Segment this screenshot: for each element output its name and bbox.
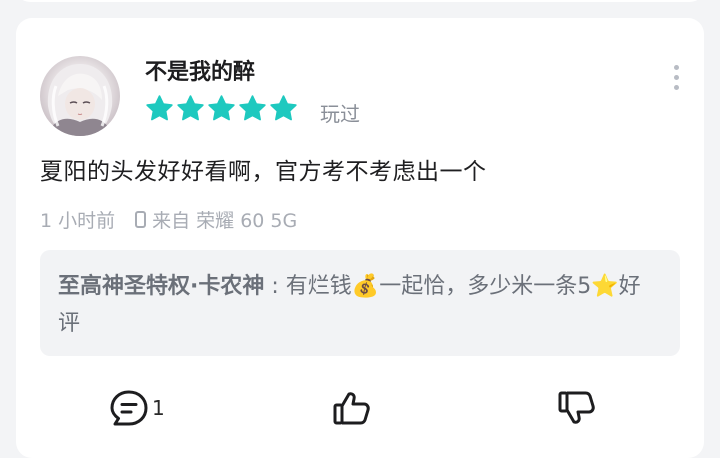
reply-box[interactable]: 至高神圣特权·卡农神 : 有烂钱💰一起恰，多少米一条5⭐好评	[40, 250, 680, 356]
star-icon	[208, 95, 235, 121]
avatar-image	[47, 64, 113, 136]
money-bag-emoji: 💰	[351, 274, 380, 299]
star-icon	[270, 95, 297, 121]
reply-text-part2: 一起恰，多少米一条5	[379, 274, 592, 299]
like-button[interactable]	[331, 386, 373, 430]
comment-count: 1	[152, 396, 165, 420]
star-emoji: ⭐	[591, 274, 619, 299]
played-status: 玩过	[320, 102, 360, 126]
star-icon	[146, 95, 173, 121]
thumbs-down-icon	[558, 391, 595, 424]
more-options-icon[interactable]	[664, 60, 688, 94]
comment-button[interactable]: 1	[108, 386, 165, 430]
thumbs-up-icon	[333, 392, 370, 425]
review-meta: 1 小时前 来自 荣耀 60 5G	[40, 206, 297, 233]
device-label: 来自 荣耀 60 5G	[152, 210, 298, 232]
username[interactable]: 不是我的醉	[145, 54, 255, 86]
dislike-button[interactable]	[556, 386, 598, 430]
previous-card-edge	[16, 0, 704, 2]
star-icon	[177, 95, 204, 121]
comment-icon	[110, 390, 148, 426]
star-icon	[239, 95, 266, 121]
review-time: 1 小时前	[40, 210, 116, 232]
reply-separator: :	[264, 274, 286, 299]
review-card: 不是我的醉 玩过 夏阳的头发好好看啊，官方考不考虑出一个 1 小时前 来自 荣耀…	[16, 18, 704, 458]
avatar[interactable]	[40, 56, 120, 136]
action-bar: 1	[16, 386, 704, 430]
rating-stars	[145, 94, 298, 124]
reply-author[interactable]: 至高神圣特权·卡农神	[58, 274, 264, 299]
review-text: 夏阳的头发好好看啊，官方考不考虑出一个	[40, 159, 487, 185]
phone-icon	[135, 211, 147, 228]
reply-text-part1: 有烂钱	[285, 274, 352, 299]
